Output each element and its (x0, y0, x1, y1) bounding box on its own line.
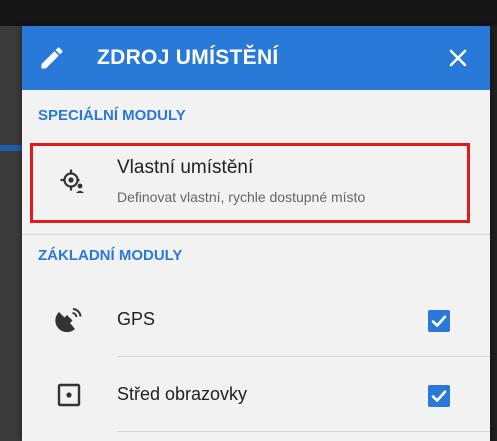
dialog-title: ZDROJ UMÍSTĚNÍ (97, 46, 279, 69)
screen-center-icon (57, 383, 81, 407)
section-divider (22, 234, 490, 235)
dialog-header: ZDROJ UMÍSTĚNÍ (22, 26, 490, 90)
screen-center-module-row[interactable]: Střed obrazovky (22, 360, 490, 430)
custom-location-subtitle: Definovat vlastní, rychle dostupné místo (117, 189, 366, 205)
backdrop-accent-strip (0, 145, 22, 151)
close-icon[interactable] (446, 46, 470, 70)
location-source-dialog: ZDROJ UMÍSTĚNÍ SPECIÁLNÍ MODULY Vlastní … (22, 26, 490, 441)
gps-module-row[interactable]: GPS (22, 285, 490, 355)
custom-location-title: Vlastní umístění (117, 157, 254, 178)
custom-location-item[interactable]: Vlastní umístění Definovat vlastní, rych… (30, 143, 470, 223)
backdrop-top (0, 0, 497, 26)
pencil-icon (41, 47, 63, 69)
screen-center-checkbox[interactable] (428, 385, 450, 407)
gps-checkbox[interactable] (428, 310, 450, 332)
section-label-basic-modules: ZÁKLADNÍ MODULY (38, 247, 183, 264)
row-divider (117, 356, 490, 357)
gps-module-label: GPS (117, 309, 156, 329)
screen-center-module-label: Střed obrazovky (117, 384, 248, 404)
check-icon (431, 390, 447, 402)
section-label-special-modules: SPECIÁLNÍ MODULY (38, 107, 186, 124)
backdrop-right (490, 26, 497, 441)
check-icon (431, 315, 447, 327)
satellite-icon (55, 308, 82, 333)
row-divider (117, 431, 490, 432)
custom-location-icon (60, 169, 84, 193)
backdrop-left (0, 26, 22, 441)
